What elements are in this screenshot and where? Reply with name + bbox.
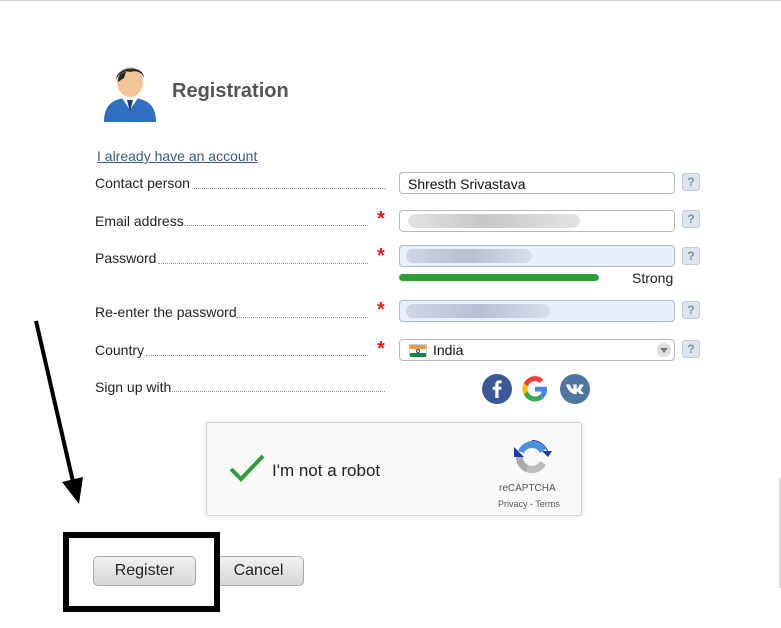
- facebook-icon[interactable]: [482, 374, 512, 404]
- contact-person-leader: [192, 188, 385, 189]
- recaptcha-privacy-link[interactable]: Privacy: [498, 499, 528, 509]
- register-highlight-box: [63, 532, 220, 612]
- email-input[interactable]: [399, 210, 675, 232]
- country-select[interactable]: India: [399, 339, 675, 361]
- recaptcha-label: I'm not a robot: [272, 461, 381, 480]
- password-confirm-input[interactable]: [399, 300, 675, 322]
- email-label: Email address: [95, 213, 184, 229]
- already-have-account-link[interactable]: I already have an account: [97, 148, 257, 164]
- password-input[interactable]: [399, 245, 675, 267]
- password-leader: [158, 263, 368, 264]
- recaptcha-terms-link[interactable]: Terms: [535, 499, 560, 509]
- page-title: Registration: [172, 80, 289, 102]
- user-avatar-icon: [100, 60, 160, 122]
- password-confirm-required-mark: *: [377, 299, 385, 321]
- top-divider: [0, 0, 781, 1]
- contact-person-help-icon[interactable]: ?: [682, 173, 700, 191]
- vk-icon[interactable]: [560, 374, 590, 404]
- password-strength-label: Strong: [632, 270, 674, 286]
- checkmark-icon: [229, 454, 265, 482]
- india-flag-icon: [409, 344, 427, 357]
- contact-person-input[interactable]: Shresth Srivastava: [399, 172, 675, 194]
- password-masked-value: [406, 249, 532, 263]
- recaptcha-logo-icon: [512, 437, 552, 482]
- country-leader: [146, 355, 368, 356]
- email-required-mark: *: [377, 208, 385, 230]
- recaptcha-checkbox[interactable]: [229, 453, 265, 488]
- recaptcha-links: Privacy - Terms: [498, 499, 560, 509]
- country-value: India: [433, 342, 464, 358]
- password-confirm-masked-value: [406, 304, 550, 318]
- password-help-icon[interactable]: ?: [682, 247, 700, 265]
- contact-person-label: Contact person: [95, 175, 190, 191]
- password-confirm-label: Re-enter the password: [95, 304, 237, 320]
- password-confirm-help-icon[interactable]: ?: [682, 301, 700, 319]
- password-strength-fill: [399, 274, 599, 281]
- sign-up-with-leader: [172, 391, 385, 392]
- country-required-mark: *: [377, 338, 385, 360]
- google-icon[interactable]: [520, 374, 550, 404]
- recaptcha-widget: I'm not a robot reCAPTCHA Privacy - Term…: [206, 422, 582, 516]
- recaptcha-links-separator: -: [530, 499, 534, 509]
- password-required-mark: *: [377, 245, 385, 267]
- email-help-icon[interactable]: ?: [682, 210, 700, 228]
- contact-person-value: Shresth Srivastava: [408, 176, 526, 192]
- password-strength-bar: [399, 274, 599, 281]
- sign-up-with-label: Sign up with: [95, 379, 172, 395]
- cancel-button[interactable]: Cancel: [214, 556, 304, 586]
- email-redacted-value: [408, 214, 580, 228]
- password-label: Password: [95, 250, 157, 266]
- country-help-icon[interactable]: ?: [682, 340, 700, 358]
- email-leader: [184, 225, 368, 226]
- recaptcha-brand: reCAPTCHA: [499, 483, 556, 494]
- country-label: Country: [95, 342, 145, 358]
- chevron-down-icon[interactable]: [657, 343, 671, 357]
- password-confirm-leader: [236, 317, 368, 318]
